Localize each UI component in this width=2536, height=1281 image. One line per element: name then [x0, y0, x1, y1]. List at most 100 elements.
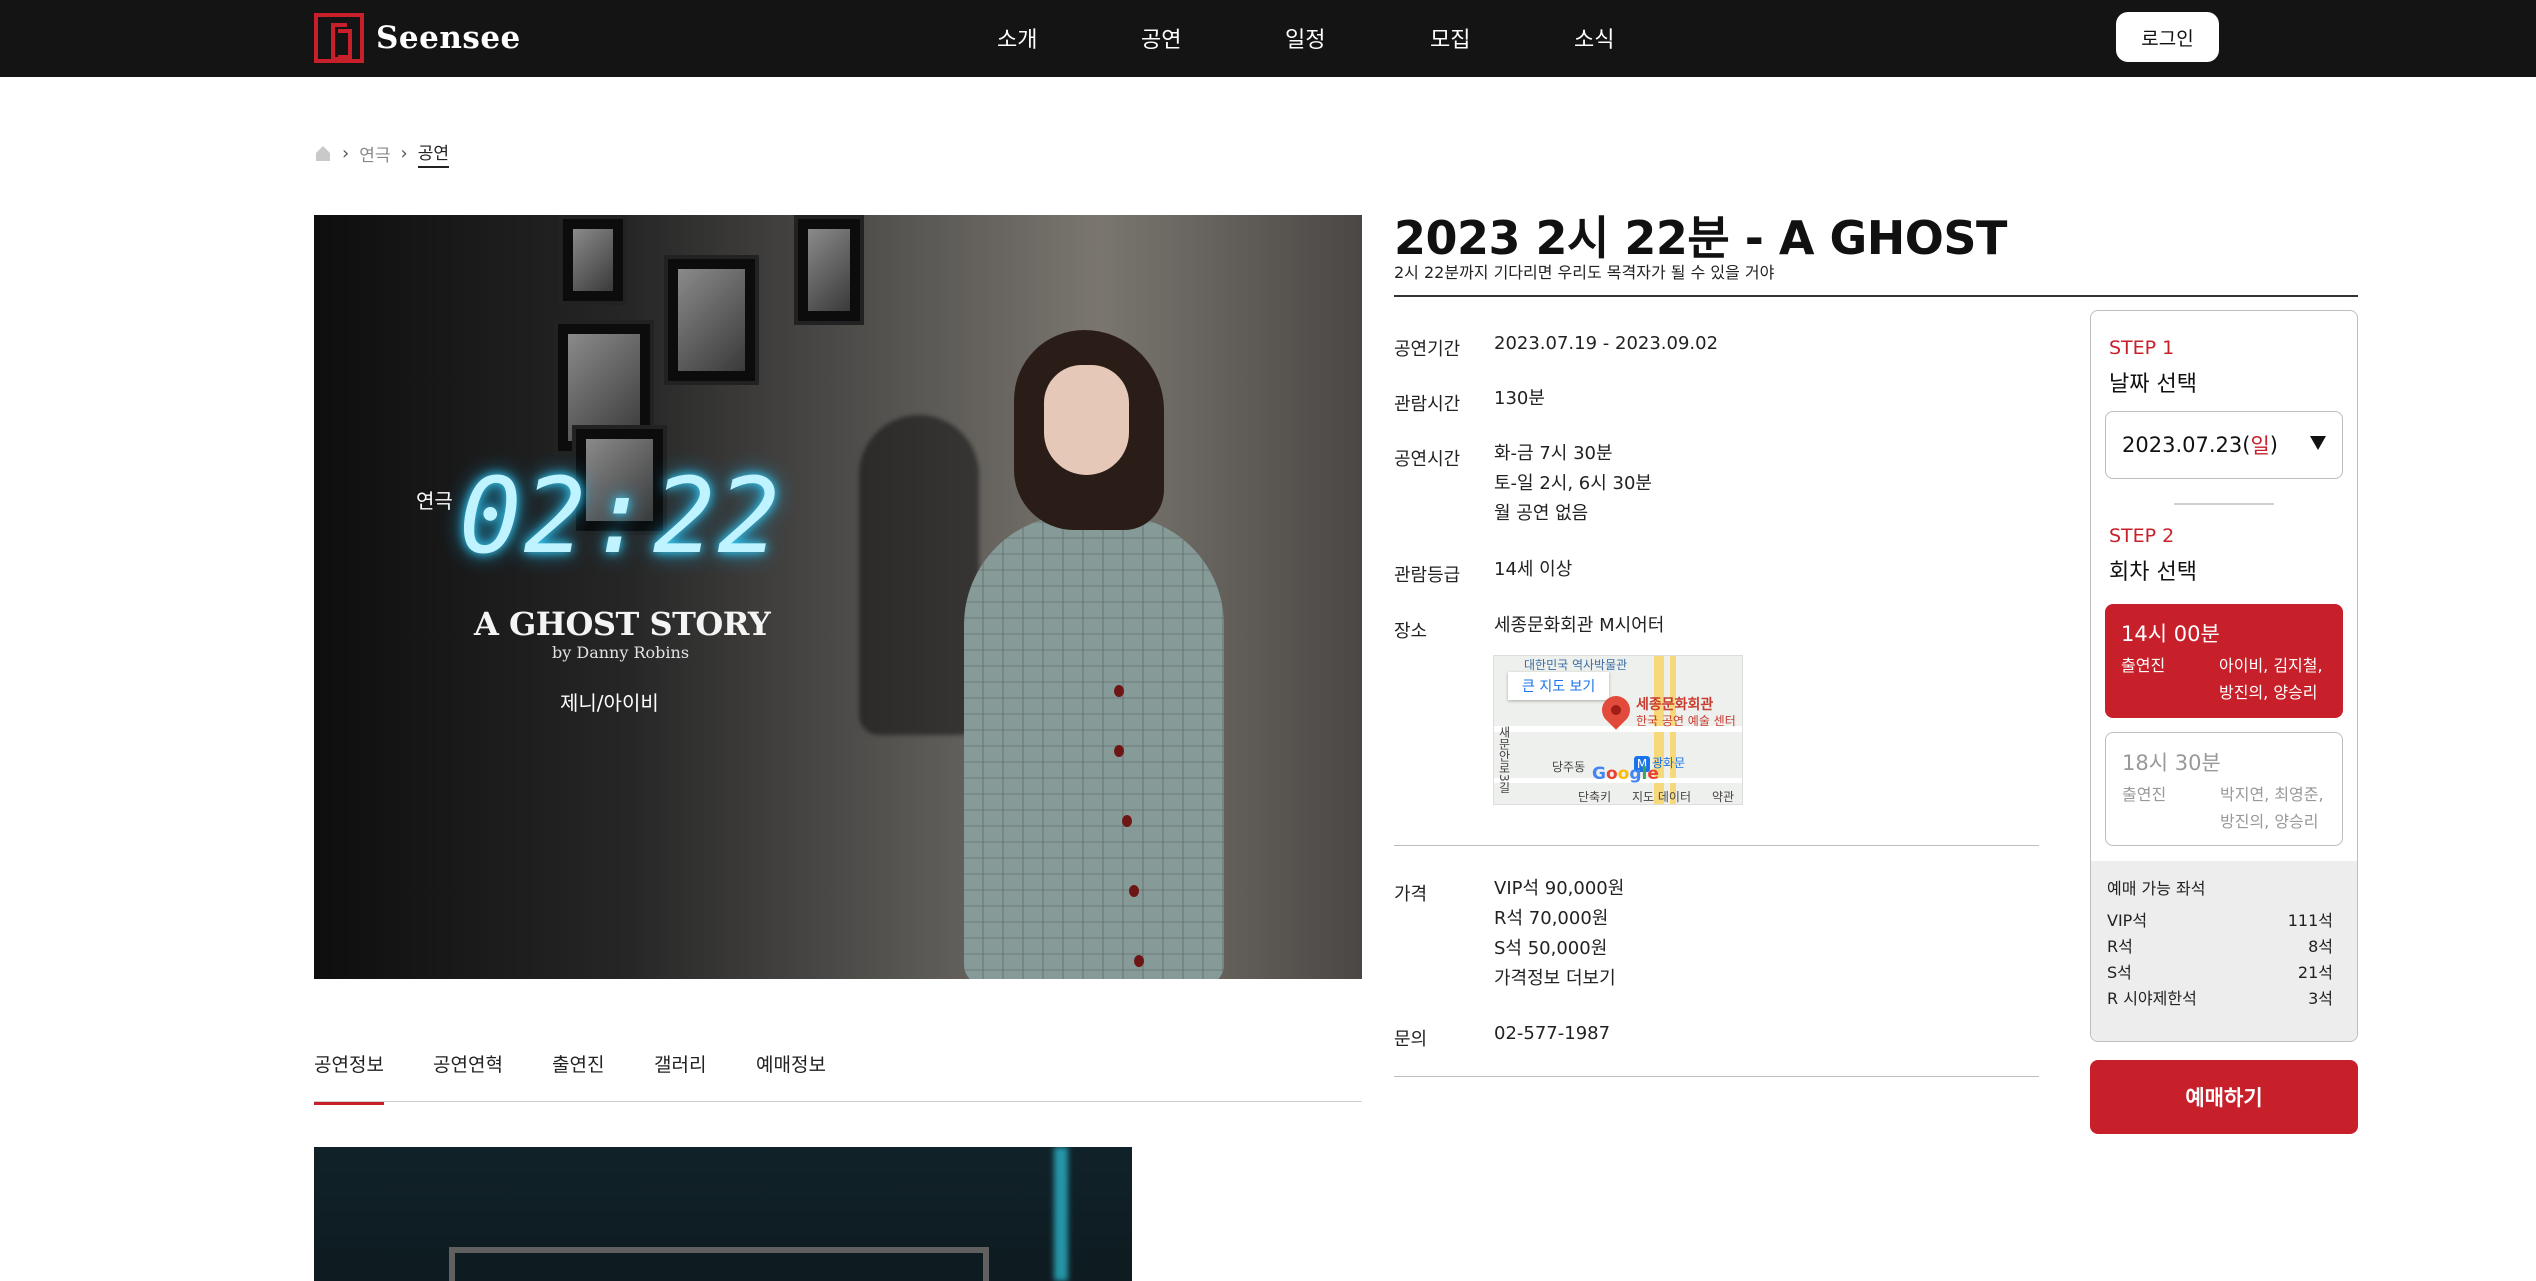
breadcrumb-item-current[interactable]: 공연 — [417, 139, 449, 168]
map-footer-shortcuts[interactable]: 단축키 — [1578, 788, 1611, 804]
poster-title: A GHOST STORY — [474, 605, 771, 643]
tab-gallery[interactable]: 갤러리 — [654, 1050, 706, 1077]
seat-count: 21석 — [2297, 963, 2333, 982]
session-option[interactable]: 18시 30분 출연진 박지연, 최영준, 방진의, 양승리 — [2105, 732, 2343, 846]
info-value: 130분 — [1494, 388, 1545, 409]
info-label: 공연기간 — [1394, 339, 1461, 360]
map-label-museum: 대한민국 역사박물관 — [1524, 658, 1628, 672]
logo-mark-icon — [314, 13, 364, 63]
nav-item-about[interactable]: 소개 — [997, 22, 1037, 54]
seat-row: R 시야제한석 3석 — [2107, 985, 2343, 1011]
tab-cast[interactable]: 출연진 — [552, 1050, 604, 1077]
selected-weekday: 일 — [2250, 434, 2270, 458]
selected-date-close: ) — [2269, 433, 2278, 457]
breadcrumb: › 연극 › 공연 — [314, 139, 449, 168]
time-line: 화-금 7시 30분 — [1494, 443, 1613, 464]
info-value: 14세 이상 — [1494, 559, 1573, 580]
chevron-right-icon: › — [400, 142, 408, 164]
info-value: VIP석 90,000원 R석 70,000원 S석 50,000원 가격정보 … — [1494, 874, 1624, 994]
info-value: 세종문화회관 M시어터 — [1494, 615, 1665, 636]
section-divider — [1394, 845, 2039, 846]
info-value: 02-577-1987 — [1494, 1023, 1611, 1044]
seat-count: 111석 — [2287, 911, 2333, 930]
date-select[interactable]: 2023.07.23(일) — [2105, 411, 2343, 479]
detail-image — [314, 1147, 1132, 1281]
map-label-area: 당주동 — [1552, 760, 1586, 774]
session-time: 14시 00분 — [2121, 622, 2220, 646]
tab-show-info[interactable]: 공연정보 — [314, 1050, 384, 1105]
nav-item-shows[interactable]: 공연 — [1141, 22, 1181, 54]
nav-item-schedule[interactable]: 일정 — [1285, 22, 1325, 54]
poster-genre: 연극 — [416, 489, 453, 513]
map-label-road: 새문안로3길 — [1497, 726, 1511, 794]
seat-count: 3석 — [2308, 989, 2333, 1008]
dress-button — [1134, 955, 1144, 967]
info-value: 2023.07.19 - 2023.09.02 — [1494, 333, 1719, 354]
wall-frame — [559, 215, 627, 305]
info-label: 공연시간 — [1394, 449, 1461, 470]
poster-image: 연극 02:22 A GHOST STORY by Danny Robins 제… — [314, 215, 1362, 979]
info-label: 문의 — [1394, 1029, 1428, 1050]
info-value: 화-금 7시 30분 토-일 2시, 6시 30분 월 공연 없음 — [1494, 439, 1652, 529]
dress-button — [1114, 745, 1124, 757]
step-divider — [2174, 503, 2274, 505]
price-line: VIP석 90,000원 — [1494, 878, 1625, 899]
map-footer-terms[interactable]: 약관 — [1712, 788, 1734, 804]
map-label-place-sub: 한국 공연 예술 센터 — [1636, 714, 1736, 728]
info-label: 가격 — [1394, 884, 1428, 905]
login-button[interactable]: 로그인 — [2116, 12, 2219, 62]
caret-down-icon — [2310, 436, 2326, 450]
session-cast-names: 박지연, 최영준, 방진의, 양승리 — [2220, 785, 2324, 831]
seat-row: VIP석 111석 — [2107, 907, 2343, 933]
nav-item-recruit[interactable]: 모집 — [1430, 22, 1470, 54]
nav-item-news[interactable]: 소식 — [1574, 22, 1614, 54]
price-more-link[interactable]: 가격정보 더보기 — [1494, 964, 1624, 994]
book-button[interactable]: 예매하기 — [2090, 1060, 2358, 1134]
booking-panel: STEP 1 날짜 선택 2023.07.23(일) STEP 2 회차 선택 … — [2090, 310, 2358, 1042]
seat-count: 8석 — [2308, 937, 2333, 956]
tab-booking-info[interactable]: 예매정보 — [756, 1050, 826, 1077]
seats-title: 예매 가능 좌석 — [2107, 879, 2206, 898]
venue-map[interactable]: 대한민국 역사박물관 큰 지도 보기 세종문화회관 한국 공연 예술 센터 당주… — [1493, 655, 1743, 805]
seat-row: R석 8석 — [2107, 933, 2343, 959]
section-divider — [1394, 1076, 2039, 1077]
map-label-place: 세종문화회관 — [1636, 697, 1714, 713]
poster-figure-face — [1044, 365, 1129, 475]
wall-shadow — [859, 415, 979, 735]
tab-history[interactable]: 공연연혁 — [433, 1050, 503, 1077]
map-footer-data[interactable]: 지도 데이터 — [1632, 788, 1691, 804]
selected-date: 2023.07.23( — [2122, 433, 2251, 457]
google-logo: Google — [1592, 764, 1659, 784]
wall-frame — [664, 255, 759, 385]
step2-title: 회차 선택 — [2109, 560, 2197, 585]
info-label: 장소 — [1394, 621, 1428, 642]
home-icon[interactable] — [314, 144, 332, 162]
seat-type: R 시야제한석 — [2107, 989, 2197, 1008]
poster-byline: by Danny Robins — [552, 643, 690, 662]
session-cast-label: 출연진 — [2122, 785, 2167, 804]
session-cast-label: 출연진 — [2121, 656, 2166, 675]
session-time: 18시 30분 — [2122, 751, 2221, 775]
detail-image-glow — [1054, 1147, 1068, 1281]
title-divider — [1394, 295, 2358, 297]
poster-cast: 제니/아이비 — [560, 691, 659, 715]
price-line: S석 50,000원 — [1494, 938, 1608, 959]
step2-label: STEP 2 — [2109, 525, 2175, 547]
chevron-right-icon: › — [342, 142, 350, 164]
time-line: 토-일 2시, 6시 30분 — [1494, 473, 1652, 494]
session-option-selected[interactable]: 14시 00분 출연진 아이비, 김지철, 방진의, 양승리 — [2105, 604, 2343, 718]
dress-button — [1114, 685, 1124, 697]
poster-digits: 02:22 — [459, 455, 783, 577]
info-label: 관람시간 — [1394, 394, 1461, 415]
logo[interactable]: Seensee — [314, 13, 521, 63]
step1-title: 날짜 선택 — [2109, 372, 2197, 397]
big-map-button[interactable]: 큰 지도 보기 — [1508, 672, 1610, 700]
dress-button — [1122, 815, 1132, 827]
top-header: Seensee 소개 공연 일정 모집 소식 로그인 — [0, 0, 2536, 77]
time-line: 월 공연 없음 — [1494, 503, 1589, 524]
seat-type: R석 — [2107, 937, 2133, 956]
breadcrumb-item-genre[interactable]: 연극 — [359, 141, 390, 166]
logo-text: Seensee — [376, 20, 521, 56]
detail-tabs: 공연정보 공연연혁 출연진 갤러리 예매정보 — [314, 1040, 1362, 1105]
seat-type: VIP석 — [2107, 911, 2148, 930]
